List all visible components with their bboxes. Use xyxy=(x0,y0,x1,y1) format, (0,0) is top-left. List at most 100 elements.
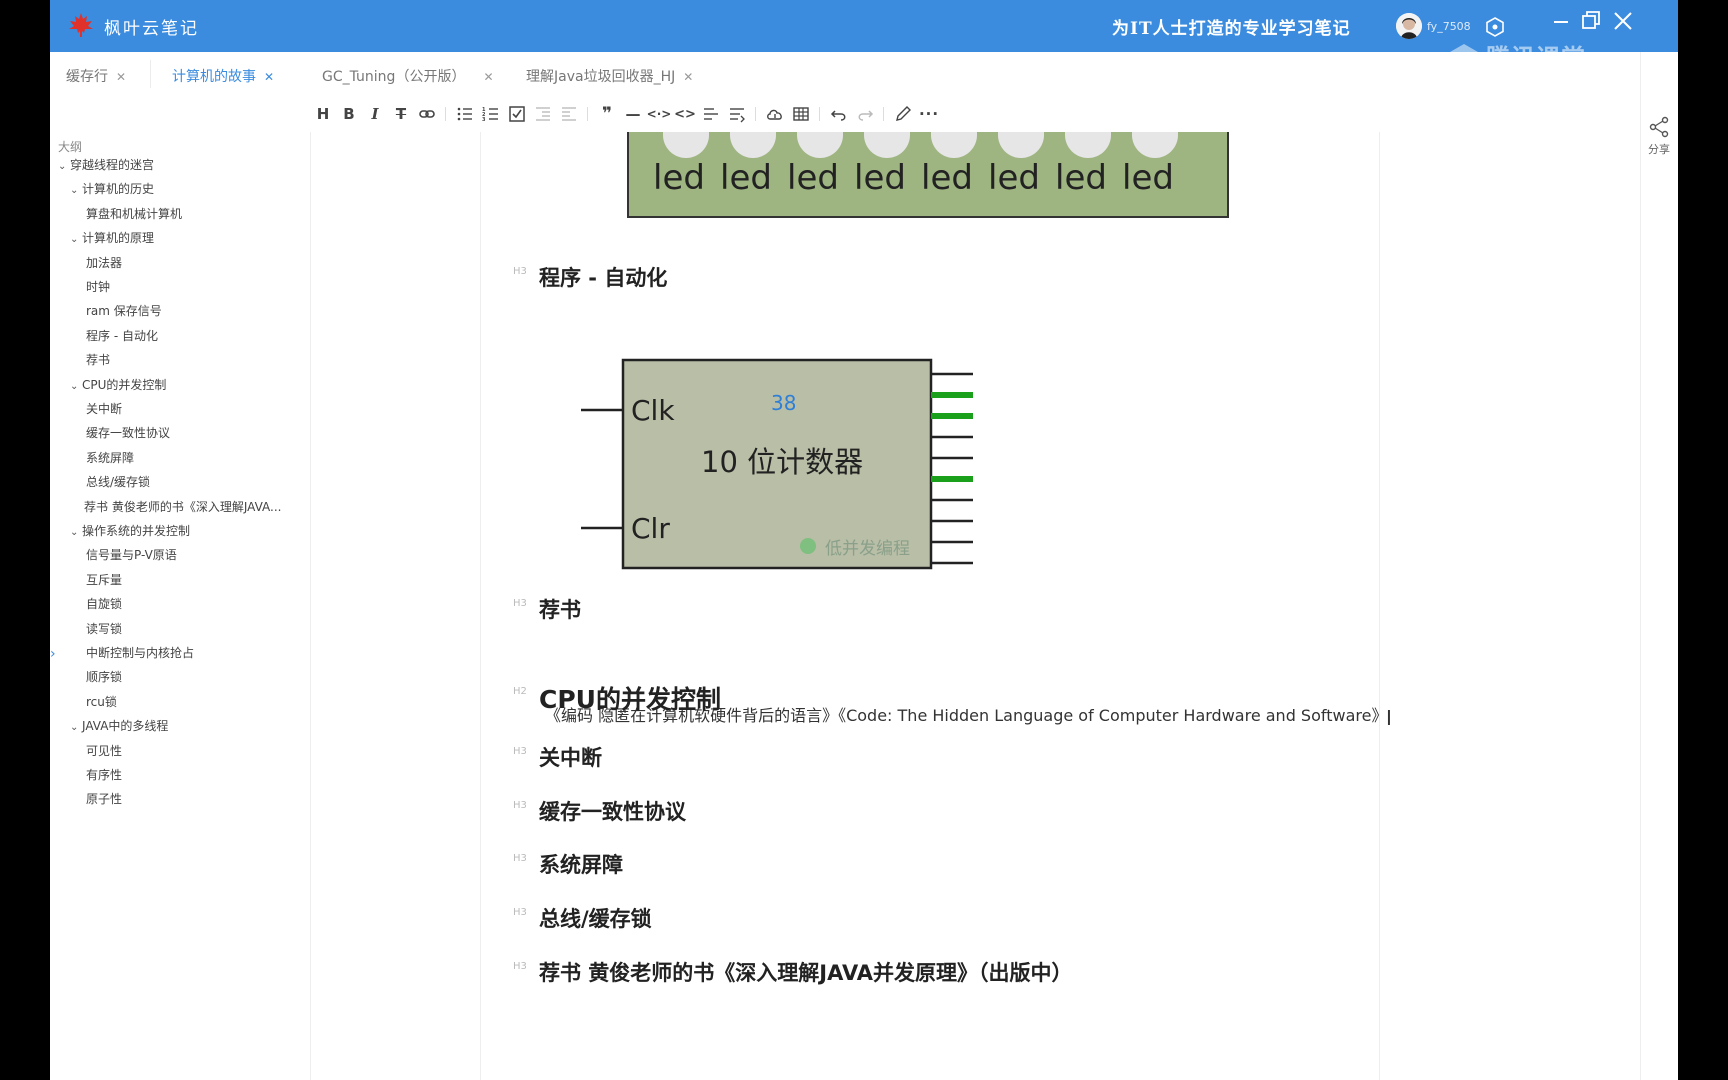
heading-books: 荐书 xyxy=(539,598,581,622)
indent-icon[interactable] xyxy=(533,104,553,124)
chevron-down-icon[interactable]: ⌄ xyxy=(70,234,82,245)
clk-label: Clk xyxy=(631,394,675,427)
led-label: led xyxy=(921,158,973,198)
numbered-list-icon[interactable]: 123 xyxy=(481,104,501,124)
strikethrough-icon[interactable]: T xyxy=(391,104,411,124)
toolbar-divider xyxy=(755,107,756,121)
heading-icon[interactable]: H xyxy=(313,104,333,124)
counter-title: 10 位计数器 xyxy=(701,445,863,479)
outline-item[interactable]: 互斥量 xyxy=(86,571,122,588)
italic-icon[interactable]: I xyxy=(365,104,385,124)
outline-item[interactable]: 荐书 黄俊老师的书《深入理解JAVA... xyxy=(84,498,281,515)
toolbar-divider xyxy=(883,107,884,121)
sync-icon[interactable] xyxy=(1484,16,1506,38)
checklist-icon[interactable] xyxy=(507,104,527,124)
tab-close-icon[interactable]: ✕ xyxy=(483,70,493,84)
outline-item[interactable]: ⌄ 计算机的历史 xyxy=(70,180,154,197)
led-bulb xyxy=(931,132,977,158)
outline-item[interactable]: 关中断 xyxy=(86,400,122,417)
bold-icon[interactable]: B xyxy=(339,104,359,124)
led-label: led xyxy=(653,158,705,198)
outline-item[interactable]: ⌄ 操作系统的并发控制 xyxy=(70,522,190,539)
tab-close-icon[interactable]: ✕ xyxy=(116,70,126,84)
outline-item[interactable]: 荐书 xyxy=(86,351,110,368)
cloud-upload-icon[interactable] xyxy=(765,104,785,124)
document-body[interactable]: led led led led led led led led H3 程序 - 自动化 Clk… xyxy=(480,132,1380,1080)
undo-icon[interactable] xyxy=(829,104,849,124)
led-label: led xyxy=(1122,158,1174,198)
tab-close-icon[interactable]: ✕ xyxy=(683,70,693,84)
heading-marker: H3 xyxy=(513,853,527,864)
led-bulb xyxy=(730,132,776,158)
redo-icon[interactable] xyxy=(855,104,875,124)
outline-item-label: 关中断 xyxy=(86,402,123,416)
toolbar-divider xyxy=(819,107,820,121)
chevron-down-icon[interactable]: ⌄ xyxy=(70,185,82,196)
outline-item-label: 荐书 xyxy=(86,353,111,368)
led-bulb xyxy=(663,132,709,158)
tab-computer-story[interactable]: 计算机的故事 ✕ xyxy=(172,66,274,86)
outline-item-label: ram 保存信号 xyxy=(86,304,162,319)
heading-marker: H3 xyxy=(513,746,527,757)
outline-item[interactable]: 缓存一致性协议 xyxy=(86,424,170,441)
link-icon[interactable] xyxy=(417,104,437,124)
outline-item[interactable]: 系统屏障 xyxy=(86,449,134,466)
outline-item[interactable]: 原子性 xyxy=(86,790,122,807)
chevron-down-icon[interactable]: ⌄ xyxy=(70,527,82,538)
outline-item-label: 系统屏障 xyxy=(86,450,135,465)
tab-java-gc[interactable]: 理解Java垃圾回收器_HJ ✕ xyxy=(526,66,693,86)
outline-item[interactable]: 加法器 xyxy=(86,254,122,271)
outline-item[interactable]: ⌄ CPU的并发控制 xyxy=(70,376,166,393)
outline-sidebar: 大纲 ⌄ 穿越线程的迷宫 ⌄ 计算机的历史 算盘和机械计算机 ⌄ 计算机的原理 加法器 时钟 ra… xyxy=(50,132,311,1080)
format-icon[interactable] xyxy=(727,104,747,124)
outdent-icon[interactable] xyxy=(559,104,579,124)
outline-item[interactable]: 程序 - 自动化 xyxy=(86,327,158,344)
code-inline-icon[interactable]: <·> xyxy=(647,104,672,124)
share-button[interactable]: 分享 xyxy=(1644,116,1674,157)
minimize-icon[interactable] xyxy=(1548,8,1574,34)
user-avatar[interactable] xyxy=(1396,13,1422,39)
counter-output-pins xyxy=(931,372,973,565)
outline-item[interactable]: 算盘和机械计算机 xyxy=(86,205,182,222)
outline-item-label: 时钟 xyxy=(86,280,111,294)
outline-item[interactable]: 信号量与P-V原语 xyxy=(86,546,177,563)
more-icon[interactable]: ··· xyxy=(919,104,939,124)
chevron-down-icon[interactable]: ⌄ xyxy=(58,161,70,172)
outline-item[interactable]: 总线/缓存锁 xyxy=(86,473,150,490)
outline-item[interactable]: rcu锁 xyxy=(86,693,117,710)
outline-item-label: 原子性 xyxy=(86,792,123,807)
outline-item-label: 互斥量 xyxy=(86,572,123,587)
quote-icon[interactable]: ❞ xyxy=(597,104,617,124)
outline-item[interactable]: 自旋锁 xyxy=(86,595,122,612)
tab-gc-tuning[interactable]: GC_Tuning（公开版） ✕ xyxy=(322,66,494,86)
pen-icon[interactable] xyxy=(893,104,913,124)
tab-divider xyxy=(150,60,151,88)
outline-item[interactable]: 顺序锁 xyxy=(86,668,122,685)
clr-label: Clr xyxy=(631,512,670,545)
chevron-right-icon[interactable]: › xyxy=(50,646,56,662)
outline-item[interactable]: 可见性 xyxy=(86,742,122,759)
tab-label: GC_Tuning（公开版） xyxy=(322,69,466,85)
outline-item[interactable]: 有序性 xyxy=(86,766,122,783)
outline-item[interactable]: ⌄ 计算机的原理 xyxy=(70,229,154,246)
outline-item[interactable]: 中断控制与内核抢占 xyxy=(86,644,194,661)
bullet-list-icon[interactable] xyxy=(455,104,475,124)
tab-close-icon[interactable]: ✕ xyxy=(264,70,274,84)
counter-diagram: Clk Clr 38 10 位计数器 低并发编程 xyxy=(581,358,973,570)
align-icon[interactable] xyxy=(701,104,721,124)
tab-cache-line[interactable]: 缓存行 ✕ xyxy=(66,66,126,86)
outline-item[interactable]: 时钟 xyxy=(86,278,110,295)
outline-item[interactable]: ram 保存信号 xyxy=(86,302,162,319)
outline-item[interactable]: ⌄ 穿越线程的迷宫 xyxy=(58,156,154,173)
horizontal-rule-icon[interactable]: — xyxy=(623,104,643,124)
outline-item[interactable]: 读写锁 xyxy=(86,620,122,637)
chevron-down-icon[interactable]: ⌄ xyxy=(70,722,82,733)
restore-icon[interactable] xyxy=(1578,8,1604,34)
outline-item[interactable]: ⌄ JAVA中的多线程 xyxy=(70,717,168,734)
table-icon[interactable] xyxy=(791,104,811,124)
heading-marker: H2 xyxy=(513,686,527,697)
code-block-icon[interactable]: <> xyxy=(674,104,696,124)
close-icon[interactable] xyxy=(1610,8,1636,34)
chevron-down-icon[interactable]: ⌄ xyxy=(70,381,82,392)
editor-toolbar: H B I T 123 ❞ — <·> <> ··· xyxy=(50,96,1640,132)
